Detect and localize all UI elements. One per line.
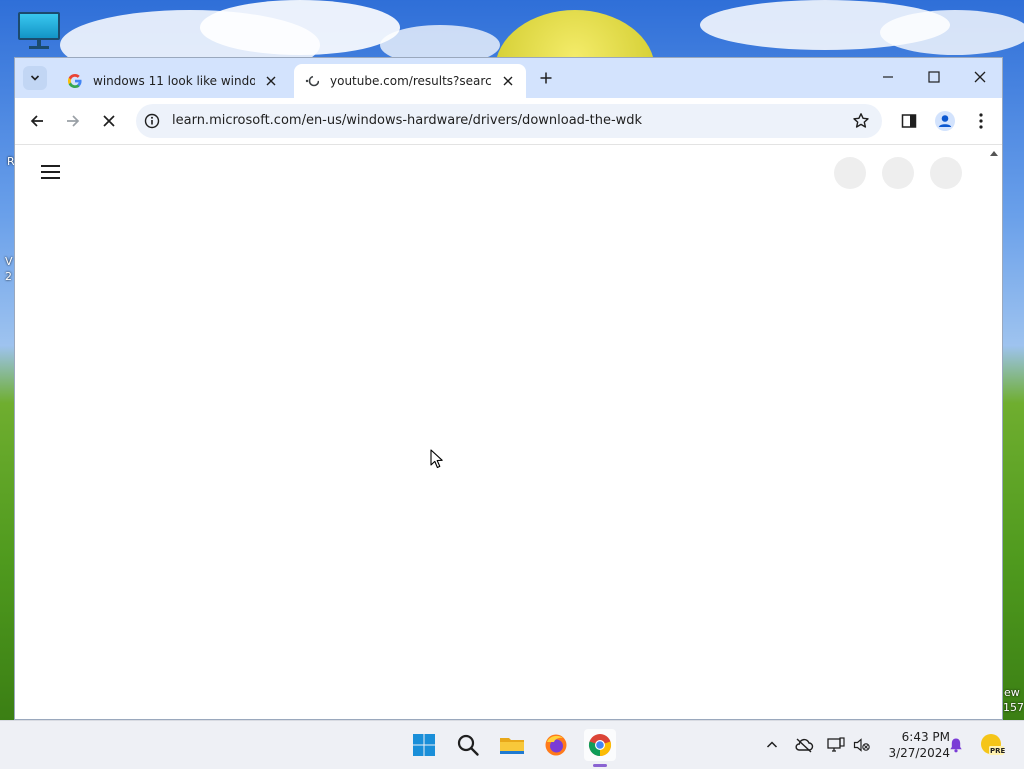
cloud — [200, 0, 400, 55]
maximize-icon — [928, 71, 940, 83]
onedrive-offline-tray[interactable] — [794, 735, 814, 755]
clock-time: 6:43 PM — [901, 730, 950, 744]
tab-search-button[interactable] — [23, 66, 47, 90]
tab-title: youtube.com/results?search_query — [330, 74, 492, 88]
system-clock[interactable]: 6:43 PM 3/27/2024 — [878, 729, 950, 761]
close-tab-icon[interactable] — [263, 73, 279, 89]
desktop-edge-text: ew — [1004, 686, 1020, 699]
firefox-icon — [545, 734, 567, 756]
address-bar[interactable]: learn.microsoft.com/en-us/windows-hardwa… — [136, 104, 882, 138]
forward-button[interactable] — [58, 106, 88, 136]
close-icon — [974, 71, 986, 83]
placeholder-circle — [882, 157, 914, 189]
loading-icon — [304, 73, 320, 89]
new-tab-button[interactable] — [536, 68, 556, 88]
back-button[interactable] — [22, 106, 52, 136]
arrow-right-icon — [67, 115, 80, 127]
bell-icon — [950, 738, 962, 753]
volume-muted-icon — [853, 738, 870, 752]
browser-window: windows 11 look like windows youtube.com… — [14, 57, 1003, 720]
placeholder-circle — [930, 157, 962, 189]
desktop-edge-text: 157 — [1003, 701, 1024, 714]
google-g-icon — [67, 73, 83, 89]
bookmark-star-icon[interactable] — [852, 112, 870, 130]
chevron-up-icon — [766, 741, 778, 748]
computer-icon[interactable] — [18, 12, 60, 50]
side-panel-button[interactable] — [894, 106, 924, 136]
chrome-button[interactable] — [584, 729, 616, 761]
more-vertical-icon — [979, 113, 983, 129]
minimize-icon — [883, 76, 893, 78]
arrow-left-icon — [30, 115, 43, 127]
close-icon — [103, 115, 115, 127]
network-icon — [827, 737, 845, 752]
profile-button[interactable] — [930, 106, 960, 136]
file-explorer-icon — [500, 738, 524, 754]
stop-loading-button[interactable] — [94, 106, 124, 136]
scroll-up-arrow-icon[interactable] — [990, 151, 998, 156]
side-panel-icon — [901, 114, 917, 128]
notifications-button[interactable] — [946, 735, 966, 755]
file-explorer-button[interactable] — [496, 729, 528, 761]
active-app-indicator — [593, 764, 607, 767]
network-tray[interactable] — [826, 735, 846, 755]
page-content — [15, 145, 1002, 719]
hamburger-menu-icon[interactable] — [41, 165, 61, 179]
insider-preview-badge[interactable]: PRE — [980, 733, 1006, 757]
start-button[interactable] — [408, 729, 440, 761]
search-icon — [457, 734, 479, 756]
insider-badge-text: PRE — [990, 747, 1006, 755]
volume-tray[interactable] — [852, 735, 872, 755]
close-tab-icon[interactable] — [500, 73, 516, 89]
mouse-cursor-icon — [430, 449, 443, 469]
browser-toolbar: learn.microsoft.com/en-us/windows-hardwa… — [15, 98, 1002, 145]
desktop-edge-text: V — [5, 255, 13, 268]
menu-button[interactable] — [966, 106, 996, 136]
close-window-button[interactable] — [958, 62, 1002, 92]
tab-windows-11[interactable]: windows 11 look like windows — [57, 64, 289, 98]
info-icon[interactable] — [144, 113, 160, 129]
chrome-icon — [588, 734, 612, 757]
address-url[interactable]: learn.microsoft.com/en-us/windows-hardwa… — [172, 113, 642, 128]
chevron-down-icon — [30, 75, 40, 81]
clock-date: 3/27/2024 — [888, 746, 950, 760]
tab-youtube[interactable]: youtube.com/results?search_query — [294, 64, 526, 98]
minimize-button[interactable] — [866, 62, 910, 92]
desktop-edge-text: 2 — [5, 270, 12, 283]
taskbar: 6:43 PM 3/27/2024 PRE — [0, 720, 1024, 769]
tab-strip: windows 11 look like windows youtube.com… — [15, 58, 1002, 98]
maximize-button[interactable] — [912, 62, 956, 92]
cloud — [880, 10, 1024, 55]
tab-title: windows 11 look like windows — [93, 74, 255, 88]
profile-avatar-icon — [935, 111, 955, 131]
firefox-button[interactable] — [540, 729, 572, 761]
cloud-off-icon — [795, 738, 814, 753]
plus-icon — [540, 72, 552, 84]
show-hidden-icons-button[interactable] — [762, 735, 782, 755]
search-button[interactable] — [452, 729, 484, 761]
placeholder-circle — [834, 157, 866, 189]
windows-logo-icon — [413, 734, 435, 756]
